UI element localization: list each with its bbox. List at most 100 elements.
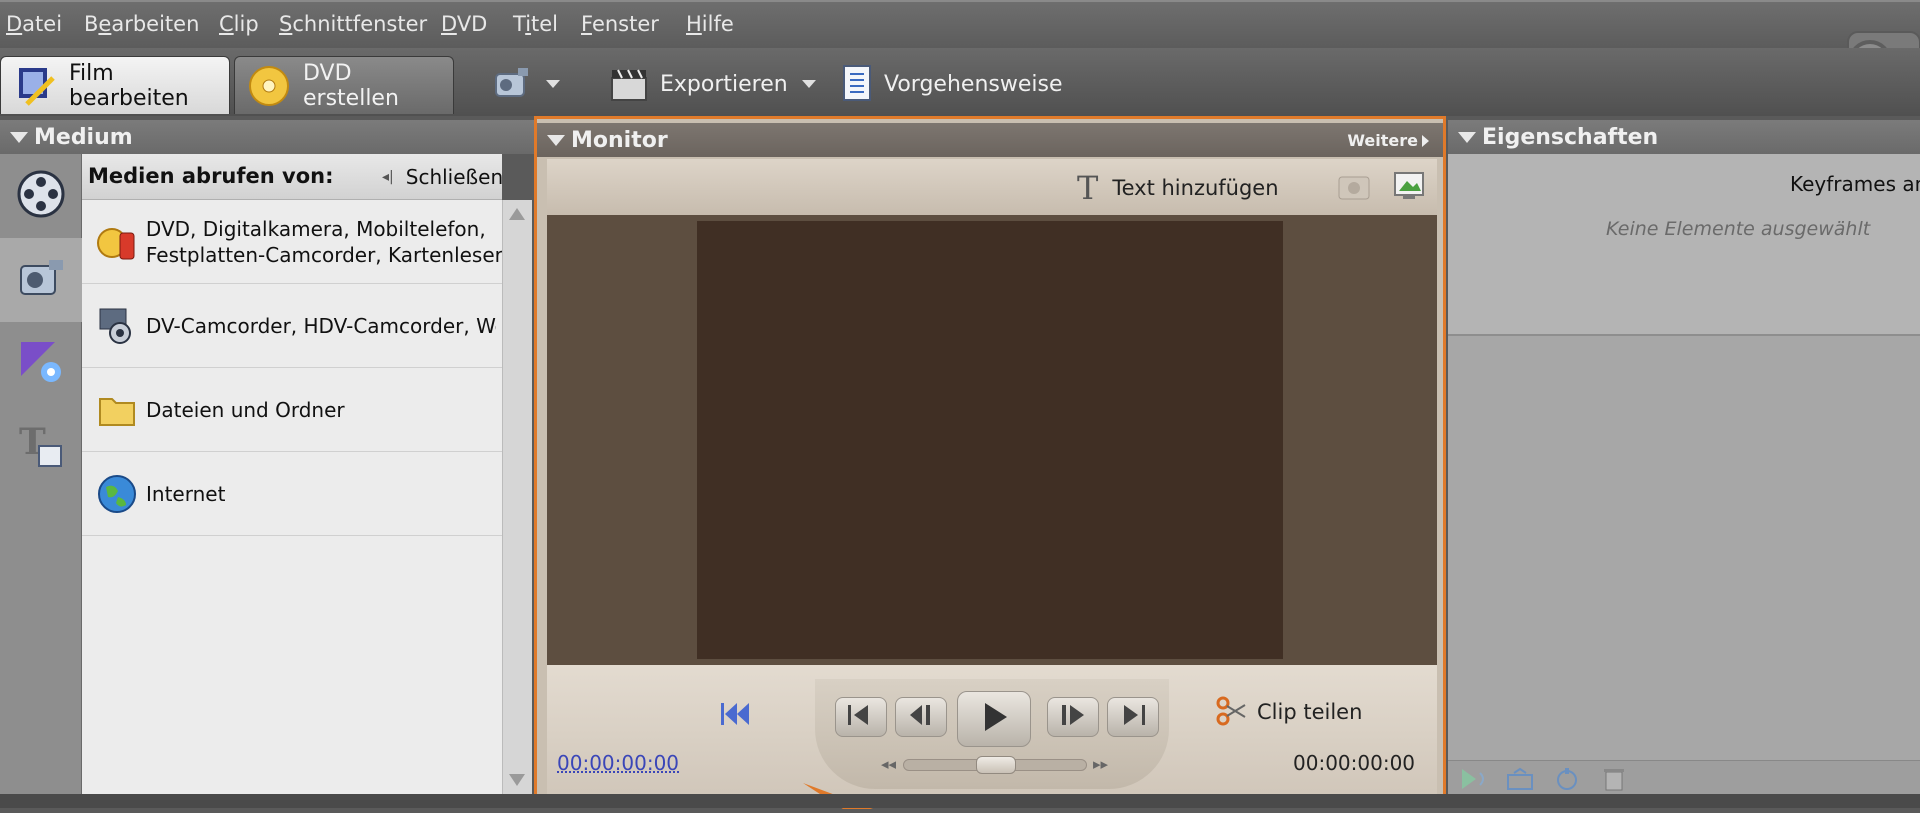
monitor-controls: Clip teilen 00:00:00:00 ◂◂ ▸▸ 00:00:00:0… [547, 665, 1437, 805]
tab-film-bearbeiten[interactable]: Film bearbeiten [0, 56, 230, 114]
scroll-down-icon[interactable] [509, 774, 525, 786]
monitor-title: Monitor [571, 127, 668, 153]
properties-footer [1448, 760, 1920, 794]
add-text-label: Text hinzufügen [1112, 176, 1279, 200]
shuttle-track[interactable] [903, 756, 1087, 774]
source-internet-label: Internet [146, 481, 226, 506]
monitor-panel-header[interactable]: Monitor Weitere [537, 123, 1443, 157]
step-back-button[interactable] [895, 697, 947, 737]
chevron-down-icon [546, 80, 560, 88]
prev-edit-button[interactable] [835, 697, 887, 737]
chevron-right-icon [1422, 134, 1429, 147]
medium-scrollbar[interactable] [502, 200, 532, 794]
shuttle-left-icon[interactable]: ◂◂ [881, 755, 896, 773]
play-icon [979, 701, 1009, 737]
snapshot-icon[interactable] [1337, 171, 1371, 205]
menu-fenster[interactable]: Fenster [581, 12, 659, 36]
menu-dvd[interactable]: DVD [441, 12, 487, 36]
previous-edit-icon [846, 703, 876, 731]
collapse-triangle-icon [547, 134, 565, 146]
medium-header-label: Medien abrufen von: [88, 164, 334, 188]
dvd-disc-icon [247, 64, 291, 108]
trash-icon[interactable] [1602, 766, 1626, 796]
side-tab-titles[interactable]: T [0, 406, 82, 490]
monitor-panel: Monitor Weitere T Text hinzufügen Clip t… [534, 116, 1446, 809]
tab-film-label: Film bearbeiten [69, 60, 189, 111]
scroll-up-icon[interactable] [509, 208, 525, 220]
properties-panel: Keyframes an Keine Elemente ausgewählt [1448, 154, 1920, 794]
side-tab-media[interactable] [0, 154, 82, 238]
menu-clip[interactable]: Clip [219, 12, 259, 36]
video-preview-screen[interactable] [697, 221, 1283, 659]
shuttle-right-icon[interactable]: ▸▸ [1093, 755, 1108, 773]
effects-star-icon [15, 336, 67, 392]
collapse-left-icon: ◂| [382, 169, 394, 185]
medium-source-list: Medien abrufen von: ◂| Schließen DVD, Di… [82, 154, 532, 794]
menu-bearbeiten[interactable]: Bearbeiten [84, 12, 199, 36]
collapse-triangle-icon [1458, 131, 1476, 143]
export-props-icon[interactable] [1506, 767, 1536, 795]
properties-info-area: Keyframes an Keine Elemente ausgewählt [1448, 154, 1920, 336]
monitor-toolbar: T Text hinzufügen [547, 159, 1437, 215]
more-button[interactable]: Weitere [1347, 131, 1429, 150]
film-edit-icon [13, 64, 57, 108]
source-files-folders[interactable]: Dateien und Ordner [82, 368, 502, 452]
properties-title: Eigenschaften [1482, 124, 1659, 150]
source-internet[interactable]: Internet [82, 452, 502, 536]
step-forward-button[interactable] [1047, 697, 1099, 737]
go-to-start-icon[interactable] [719, 699, 751, 733]
dvd-camera-phone-icon [94, 219, 140, 265]
menu-titel[interactable]: Titel [513, 12, 558, 36]
medium-title: Medium [34, 124, 133, 150]
collapse-triangle-icon [10, 131, 28, 143]
close-label: Schließen [405, 165, 504, 189]
tab-dvd-label: DVD erstellen [303, 60, 399, 111]
close-panel-button[interactable]: ◂| Schließen [382, 165, 503, 189]
next-edit-icon [1118, 703, 1148, 731]
howto-button[interactable]: Vorgehensweise [842, 62, 1062, 106]
shuttle-knob[interactable] [976, 756, 1016, 774]
monitor-preview-area [547, 215, 1437, 665]
audio-keyframe-icon[interactable] [1460, 767, 1490, 795]
menu-schnittfenster[interactable]: Schnittfenster [279, 12, 427, 36]
clapper-icon [610, 66, 648, 102]
medium-panel-header[interactable]: Medium [0, 120, 534, 154]
next-edit-button[interactable] [1107, 697, 1159, 737]
menu-hilfe[interactable]: Hilfe [686, 12, 734, 36]
reset-icon[interactable] [1554, 767, 1580, 795]
howto-label: Vorgehensweise [884, 71, 1063, 97]
source-dv-camcorder[interactable]: DV-Camcorder, HDV-Camcorder, Webcam [82, 284, 502, 368]
export-label: Exportieren [660, 71, 788, 97]
menu-bar: Datei Bearbeiten Clip Schnittfenster DVD… [0, 0, 1920, 93]
properties-panel-header[interactable]: Eigenschaften [1448, 120, 1920, 154]
webcam-icon [94, 303, 140, 349]
keyframes-toggle[interactable]: Keyframes an [1790, 172, 1920, 196]
tab-dvd-erstellen[interactable]: DVD erstellen [234, 56, 454, 114]
chevron-down-icon [801, 80, 816, 88]
add-text-button[interactable]: T Text hinzufügen [1077, 169, 1279, 207]
step-back-icon [906, 703, 936, 731]
split-clip-button[interactable]: Clip teilen [1215, 695, 1362, 729]
side-tab-effects[interactable] [0, 322, 82, 406]
toolbar: Film bearbeiten DVD erstellen Exportiere… [0, 48, 1920, 116]
camcorder-icon [492, 64, 532, 104]
source-dvd-camera[interactable]: DVD, Digitalkamera, Mobiltelefon, Festpla… [82, 200, 502, 284]
step-forward-icon [1058, 703, 1088, 731]
text-t-icon: T [1077, 169, 1099, 207]
medium-side-tabs: T [0, 154, 82, 794]
play-button[interactable] [957, 691, 1031, 747]
side-tab-capture[interactable] [0, 238, 82, 322]
capture-dropdown-button[interactable] [492, 62, 560, 106]
medium-list-header: Medien abrufen von: ◂| Schließen [82, 154, 503, 200]
image-frame-icon[interactable] [1393, 171, 1425, 205]
scissors-icon [1215, 695, 1249, 729]
camcorder-icon [15, 252, 67, 308]
menu-datei[interactable]: Datei [6, 12, 62, 36]
title-text-icon: T [15, 420, 67, 476]
timecode-current[interactable]: 00:00:00:00 [557, 751, 679, 775]
status-strip [0, 794, 1920, 808]
source-dv-label: DV-Camcorder, HDV-Camcorder, Webcam [146, 313, 496, 338]
source-dvd-label: DVD, Digitalkamera, Mobiltelefon, Festpla… [145, 216, 502, 267]
export-button[interactable]: Exportieren [610, 62, 816, 106]
timecode-total: 00:00:00:00 [1293, 751, 1416, 775]
